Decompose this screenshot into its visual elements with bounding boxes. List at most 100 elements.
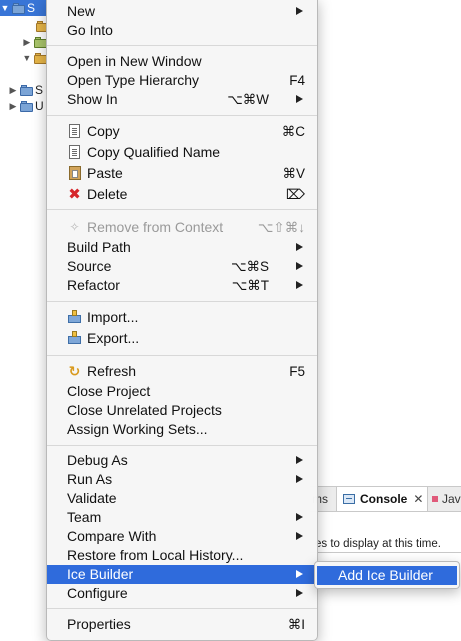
paste-icon — [69, 166, 81, 180]
menu-item-ice-builder[interactable]: Ice Builder — [47, 565, 317, 584]
submenu-arrow-icon — [296, 513, 303, 521]
menu-item-refactor[interactable]: Refactor ⌥⌘T — [47, 276, 317, 295]
menu-item-label: Team — [67, 509, 102, 525]
menu-item-export[interactable]: Export... — [47, 329, 317, 348]
menu-item-import[interactable]: Import... — [47, 308, 317, 327]
collapsed-twisty-icon[interactable]: ▶ — [22, 37, 32, 47]
menu-item-label: Export... — [87, 330, 140, 346]
menu-item-go-into[interactable]: Go Into — [47, 21, 317, 40]
refresh-icon: ↻ — [68, 363, 81, 379]
menu-item-source[interactable]: Source ⌥⌘S — [47, 257, 317, 276]
folder-icon — [33, 52, 47, 64]
copy-icon — [69, 124, 80, 138]
menu-item-copy[interactable]: Copy ⌘C — [47, 122, 317, 141]
menu-item-label: Validate — [67, 490, 117, 506]
tree-row-selected-project[interactable]: ▼ S — [0, 0, 46, 16]
menu-item-close-unrelated-projects[interactable]: Close Unrelated Projects — [47, 401, 317, 420]
menu-item-delete[interactable]: ✖ Delete ⌦ — [47, 185, 317, 204]
menu-item-label: Assign Working Sets... — [67, 421, 208, 437]
menu-item-label: Refactor — [67, 277, 120, 293]
folder-icon — [36, 20, 49, 32]
tree-row-child[interactable]: ▶ — [22, 34, 47, 50]
menu-item-add-ice-builder[interactable]: Add Ice Builder — [317, 566, 457, 585]
shortcut-label: ⌥⌘S — [230, 259, 269, 274]
menu-item-label: Close Unrelated Projects — [67, 402, 222, 418]
close-icon[interactable]: ✕ — [413, 492, 423, 506]
menu-item-label: Close Project — [67, 383, 151, 399]
divider — [310, 552, 461, 553]
menu-item-paste[interactable]: Paste ⌘V — [47, 164, 317, 183]
export-icon — [67, 331, 82, 346]
tree-row-project[interactable]: ▶ U — [8, 98, 46, 114]
menu-item-label: Add Ice Builder — [338, 567, 433, 583]
menu-item-open-type-hierarchy[interactable]: Open Type Hierarchy F4 — [47, 71, 317, 90]
menu-item-build-path[interactable]: Build Path — [47, 238, 317, 257]
menu-item-debug-as[interactable]: Debug As — [47, 451, 317, 470]
submenu-arrow-icon — [296, 456, 303, 464]
shortcut-label: ⌘I — [287, 617, 305, 632]
console-icon — [343, 494, 355, 504]
menu-item-label: Properties — [67, 616, 131, 632]
collapsed-twisty-icon[interactable]: ▶ — [8, 101, 18, 111]
menu-item-compare-with[interactable]: Compare With — [47, 527, 317, 546]
menu-item-label: Build Path — [67, 239, 131, 255]
tree-row-label: S — [35, 83, 44, 97]
menu-item-label: Import... — [87, 309, 139, 325]
expanded-twisty-icon[interactable]: ▼ — [22, 53, 32, 63]
tree-row-child[interactable]: ▼ — [22, 50, 47, 66]
menu-item-run-as[interactable]: Run As — [47, 470, 317, 489]
menu-item-open-in-new-window[interactable]: Open in New Window — [47, 52, 317, 71]
menu-item-assign-working-sets[interactable]: Assign Working Sets... — [47, 420, 317, 439]
menu-item-validate[interactable]: Validate — [47, 489, 317, 508]
menu-item-label: New — [67, 3, 96, 19]
shortcut-label: ⌥⇧⌘↓ — [257, 220, 305, 235]
menu-item-label: Compare With — [67, 528, 157, 544]
shortcut-label: ⌘C — [281, 124, 305, 139]
menu-separator — [47, 115, 317, 116]
console-empty-message: es to display at this time. — [315, 538, 441, 550]
menu-item-label: Go Into — [67, 22, 113, 38]
tree-row-project[interactable]: ▶ S — [8, 82, 46, 98]
menu-item-show-in[interactable]: Show In ⌥⌘W — [47, 90, 317, 109]
eclipse-workbench: ▼ S ▶ ▼ ▶ S ▶ U ms Console ✕ Jav es to d… — [0, 0, 461, 641]
menu-separator — [47, 355, 317, 356]
views-tab-bar: ms Console ✕ Jav — [310, 486, 461, 512]
tab-label: Jav — [442, 492, 461, 506]
shortcut-label: ⌥⌘W — [227, 92, 269, 107]
tree-row-child[interactable] — [22, 18, 49, 34]
project-folder-icon — [20, 84, 33, 96]
submenu-arrow-icon — [296, 532, 303, 540]
menu-item-remove-from-context: ✧ Remove from Context ⌥⇧⌘↓ — [47, 218, 317, 237]
shortcut-label: ⌘V — [282, 166, 305, 181]
menu-item-label: Refresh — [87, 363, 137, 379]
expanded-twisty-icon[interactable]: ▼ — [0, 3, 10, 13]
tab-javadoc[interactable]: Jav — [432, 487, 461, 511]
delete-icon: ✖ — [68, 186, 81, 203]
submenu-arrow-icon — [296, 95, 303, 103]
menu-item-refresh[interactable]: ↻ Refresh F5 — [47, 362, 317, 381]
context-menu: New Go Into Open in New Window Open Type… — [46, 0, 318, 641]
submenu-arrow-icon — [296, 7, 303, 15]
collapsed-twisty-icon[interactable]: ▶ — [8, 85, 18, 95]
menu-item-label: Remove from Context — [87, 219, 224, 235]
shortcut-label: F5 — [289, 364, 305, 379]
ice-builder-submenu: Add Ice Builder — [314, 561, 460, 589]
menu-separator — [47, 445, 317, 446]
copy-qualified-name-icon — [66, 144, 80, 159]
menu-separator — [47, 209, 317, 210]
menu-item-copy-qualified-name[interactable]: Copy Qualified Name — [47, 143, 317, 162]
import-icon — [67, 310, 82, 325]
menu-item-configure[interactable]: Configure — [47, 584, 317, 603]
menu-item-properties[interactable]: Properties ⌘I — [47, 615, 317, 634]
menu-item-team[interactable]: Team — [47, 508, 317, 527]
submenu-arrow-icon — [296, 475, 303, 483]
menu-item-restore-from-local-history[interactable]: Restore from Local History... — [47, 546, 317, 565]
menu-item-new[interactable]: New — [47, 2, 317, 21]
shortcut-label: ⌦ — [285, 187, 305, 202]
submenu-arrow-icon — [296, 243, 303, 251]
menu-item-close-project[interactable]: Close Project — [47, 382, 317, 401]
tab-console[interactable]: Console ✕ — [336, 487, 429, 511]
library-icon — [33, 36, 47, 48]
menu-item-label: Source — [67, 258, 112, 274]
submenu-arrow-icon — [296, 570, 303, 578]
